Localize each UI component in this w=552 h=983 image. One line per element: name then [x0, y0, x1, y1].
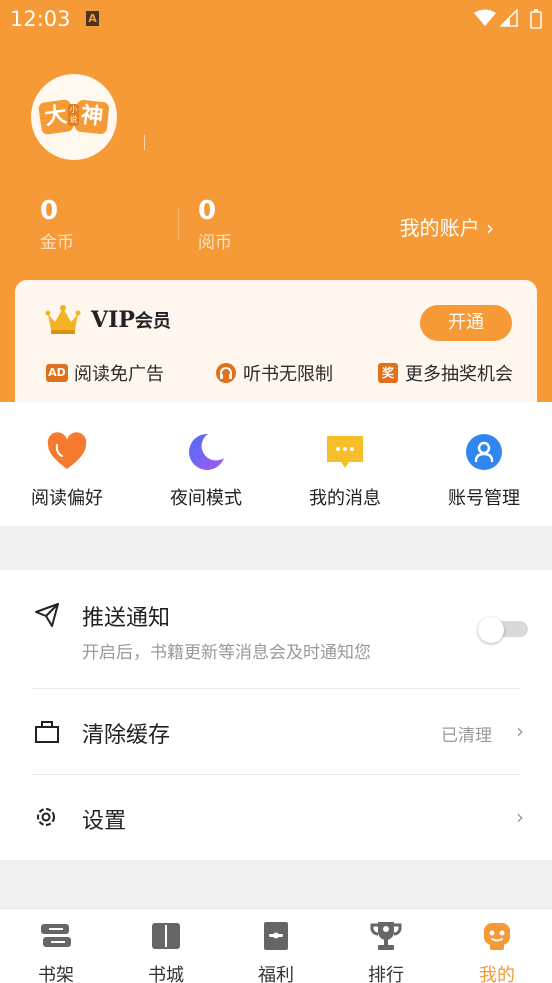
tab-ranking[interactable]: 排行 [346, 919, 426, 983]
perk-label: 更多抽奖机会 [405, 364, 513, 385]
vip-title-suffix: 会员 [134, 311, 171, 332]
quick-night-mode[interactable]: 夜间模式 [151, 432, 261, 510]
user-robot-icon [457, 919, 537, 953]
settings-list: 推送通知 开启后，书籍更新等消息会及时通知您 清除缓存 已清理 › 设置 › [0, 570, 552, 860]
quick-actions: 阅读偏好 夜间模式 我的消息 账号管理 [0, 402, 552, 526]
push-notification-subtitle: 开启后，书籍更新等消息会及时通知您 [82, 643, 371, 663]
battery-icon [530, 9, 542, 29]
tab-bookshelf[interactable]: 书架 [16, 919, 96, 983]
vip-open-button[interactable]: 开通 [420, 305, 512, 341]
account-icon [464, 432, 504, 472]
bottom-tab-bar: 书架 书城 福利 排行 我的 [0, 908, 552, 983]
perk-label: 阅读免广告 [74, 364, 164, 385]
vip-title: VIP会员 [91, 307, 171, 333]
clear-cache-title: 清除缓存 [82, 723, 171, 748]
tab-label: 福利 [258, 965, 294, 983]
trophy-icon [346, 919, 426, 953]
bookshelf-icon [16, 919, 96, 953]
stat-divider [178, 208, 179, 240]
quick-label: 我的消息 [309, 488, 381, 509]
quick-my-messages[interactable]: 我的消息 [290, 432, 400, 510]
vip-card[interactable]: VIP会员 开通 AD 阅读免广告 听书无限制 奖 更多抽奖机会 [15, 280, 537, 402]
send-icon [35, 603, 59, 627]
tab-label: 书城 [148, 965, 184, 983]
push-notification-toggle[interactable] [476, 617, 530, 643]
yuebi-value: 0 [198, 196, 217, 226]
toggle-knob [478, 617, 504, 643]
perk-no-ads: AD 阅读免广告 [46, 360, 164, 386]
ad-icon: AD [46, 362, 68, 384]
status-time: 12:03 [10, 7, 71, 31]
book-icon [126, 919, 206, 953]
moon-icon [186, 432, 226, 472]
quick-reading-preference[interactable]: 阅读偏好 [12, 432, 122, 510]
coin-stat[interactable]: 0 金币 [40, 196, 74, 253]
yuebi-label: 阅币 [198, 233, 232, 253]
prize-icon: 奖 [377, 362, 399, 384]
coin-label: 金币 [40, 233, 74, 253]
perk-lottery: 奖 更多抽奖机会 [377, 360, 513, 386]
status-bar: 12:03 A [0, 0, 552, 38]
quick-label: 账号管理 [448, 488, 520, 509]
heart-icon [47, 432, 87, 472]
headphones-icon [215, 362, 237, 384]
wifi-icon [474, 9, 496, 26]
chevron-right-icon: › [516, 805, 524, 829]
quick-label: 阅读偏好 [31, 488, 103, 509]
perk-label: 听书无限制 [243, 364, 333, 385]
message-icon [325, 432, 365, 472]
tab-welfare[interactable]: 福利 [236, 919, 316, 983]
my-account-link[interactable]: 我的账户 › [400, 212, 494, 241]
signal-icon [500, 9, 518, 27]
profile-header: 12:03 A 大 神 小说 0 金币 0 阅币 我的账户 › VIP会员 开通… [0, 0, 552, 402]
briefcase-icon [35, 721, 59, 743]
clear-cache-value: 已清理 [441, 726, 492, 746]
push-notification-row[interactable]: 推送通知 开启后，书籍更新等消息会及时通知您 [0, 570, 552, 688]
tab-bookstore[interactable]: 书城 [126, 919, 206, 983]
clear-cache-row[interactable]: 清除缓存 已清理 › [0, 689, 552, 774]
coin-value: 0 [40, 196, 59, 226]
prize-icon-text: 奖 [378, 363, 398, 383]
quick-label: 夜间模式 [170, 488, 242, 509]
gift-icon [236, 919, 316, 953]
ad-icon-text: AD [46, 364, 68, 382]
avatar-char-3: 神 [74, 99, 110, 135]
yuebi-stat[interactable]: 0 阅币 [198, 196, 232, 253]
tab-mine[interactable]: 我的 [457, 919, 537, 983]
settings-title: 设置 [82, 809, 127, 834]
crown-icon [45, 305, 81, 334]
avatar[interactable]: 大 神 小说 [31, 74, 117, 160]
vip-title-main: VIP [91, 307, 135, 333]
perk-audiobook: 听书无限制 [215, 360, 333, 386]
push-notification-title: 推送通知 [82, 606, 171, 631]
settings-row[interactable]: 设置 › [0, 775, 552, 860]
tab-label: 书架 [38, 965, 74, 983]
username-placeholder[interactable] [144, 135, 145, 150]
notification-a-icon: A [86, 11, 99, 26]
tab-label: 我的 [479, 965, 515, 983]
avatar-char-2: 小说 [68, 104, 79, 126]
quick-account-management[interactable]: 账号管理 [429, 432, 539, 510]
tab-label: 排行 [368, 965, 404, 983]
gear-icon [37, 808, 55, 826]
chevron-right-icon: › [516, 719, 524, 743]
